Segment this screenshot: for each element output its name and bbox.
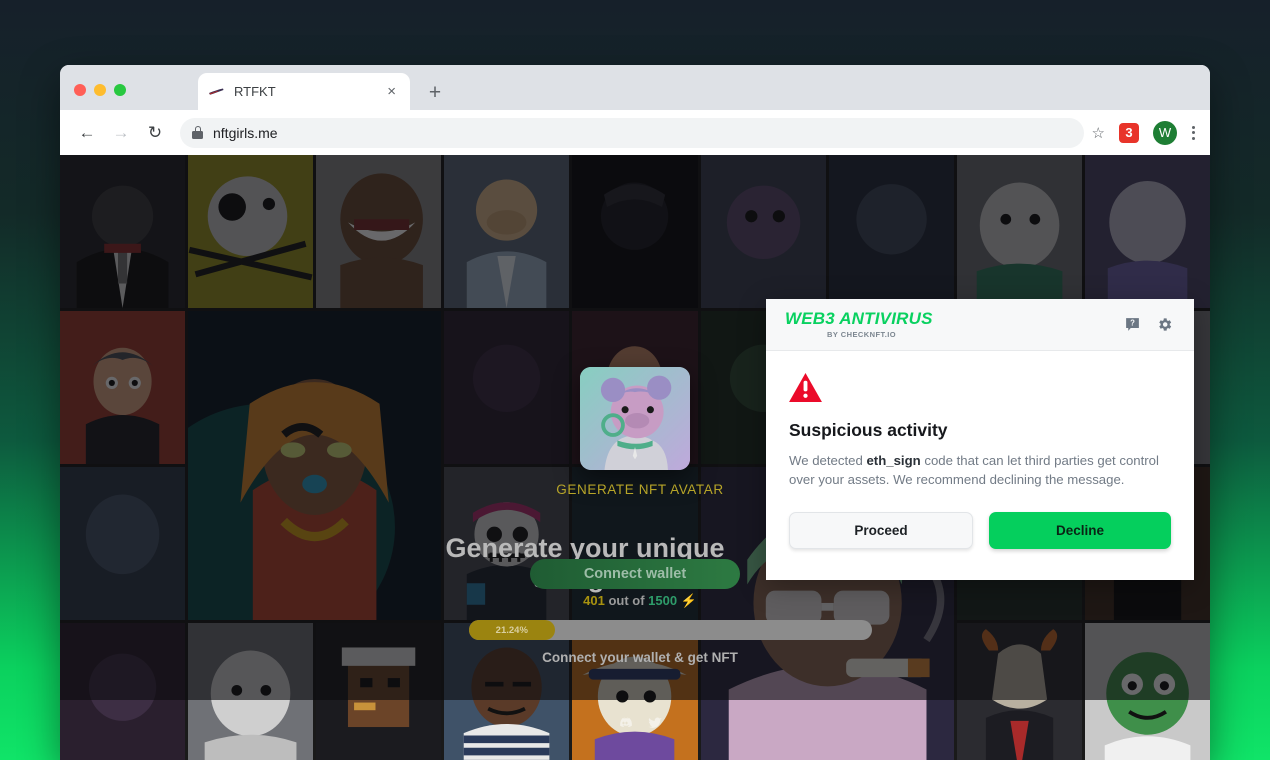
social-links: [500, 715, 780, 731]
lock-icon: [192, 126, 203, 139]
new-tab-button[interactable]: +: [422, 79, 448, 105]
popup-actions: Proceed Decline: [789, 512, 1171, 550]
web3-antivirus-popup: WEB3 ANTIVIRUS BY CHECKNFT.IO ? Suspicio…: [766, 299, 1194, 580]
mint-progress-bar: 21.24%: [469, 620, 872, 640]
browser-window: RTFKT × + ← → ↻ nftgirls.me ☆ 3 W GENERA…: [60, 65, 1210, 760]
bookmark-star-icon[interactable]: ☆: [1092, 124, 1105, 142]
mint-current: 401: [583, 593, 605, 608]
desc-before: We detected: [789, 453, 867, 468]
generate-nft-avatar-label: GENERATE NFT AVATAR: [556, 482, 724, 497]
tab-strip: RTFKT × +: [60, 65, 1210, 110]
forward-icon[interactable]: →: [106, 118, 136, 148]
decline-button[interactable]: Decline: [989, 512, 1171, 550]
rtfkt-swoosh-icon: [208, 83, 225, 100]
desc-code: eth_sign: [866, 453, 921, 468]
maximize-window-button[interactable]: [114, 84, 126, 96]
popup-header: WEB3 ANTIVIRUS BY CHECKNFT.IO ?: [766, 299, 1194, 351]
gear-icon[interactable]: [1153, 314, 1175, 336]
mint-total: 1500: [648, 593, 678, 608]
browser-toolbar: ← → ↻ nftgirls.me ☆ 3 W: [60, 110, 1210, 155]
popup-description: We detected eth_sign code that can let t…: [789, 452, 1171, 489]
web3-antivirus-logo: WEB3 ANTIVIRUS BY CHECKNFT.IO: [785, 310, 1121, 339]
mint-separator: out of: [608, 593, 645, 608]
extension-badge[interactable]: 3: [1119, 122, 1139, 143]
chrome-menu-icon[interactable]: [1189, 123, 1198, 143]
tab-title: RTFKT: [234, 84, 276, 99]
avatar[interactable]: W: [1153, 120, 1177, 145]
popup-body: Suspicious activity We detected eth_sign…: [766, 351, 1194, 550]
svg-text:?: ?: [1130, 319, 1135, 328]
brand-name: WEB3 ANTIVIRUS: [785, 309, 933, 329]
mint-progress-fill: 21.24%: [469, 620, 555, 640]
twitter-icon[interactable]: [647, 715, 663, 731]
close-icon[interactable]: ×: [383, 82, 400, 101]
window-traffic-lights: [74, 84, 126, 96]
proceed-button[interactable]: Proceed: [789, 512, 973, 550]
browser-tab-rtfkt[interactable]: RTFKT ×: [198, 73, 410, 110]
bolt-icon: ⚡: [680, 593, 697, 608]
popup-title: Suspicious activity: [789, 420, 948, 440]
url-text: nftgirls.me: [213, 124, 278, 141]
brand-byline: BY CHECKNFT.IO: [827, 329, 897, 339]
mint-counter: 401 out of 1500 ⚡: [500, 593, 780, 609]
connect-wallet-button[interactable]: Connect wallet: [530, 559, 740, 589]
page-viewport: GENERATE NFT AVATAR Generate your unique…: [60, 155, 1210, 760]
minimize-window-button[interactable]: [94, 84, 106, 96]
help-bubble-icon[interactable]: ?: [1121, 314, 1143, 336]
red-warning-triangle-icon: [789, 373, 822, 402]
hero-subcaption: Connect your wallet & get NFT: [542, 650, 738, 665]
reload-icon[interactable]: ↻: [140, 118, 170, 148]
floating-avatar-card: [580, 367, 690, 470]
discord-icon[interactable]: [617, 715, 633, 731]
back-icon[interactable]: ←: [72, 118, 102, 148]
close-window-button[interactable]: [74, 84, 86, 96]
address-bar[interactable]: nftgirls.me: [180, 117, 1084, 148]
